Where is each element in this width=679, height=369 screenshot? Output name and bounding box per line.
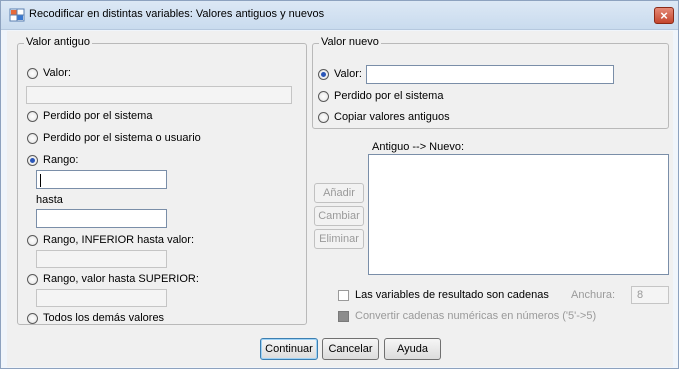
new-value-group: Valor nuevo Valor: Perdido por el sistem… xyxy=(312,36,669,129)
old-system-missing-label: Perdido por el sistema xyxy=(43,110,153,122)
radio-circle[interactable] xyxy=(318,90,329,102)
recode-dialog-window: Recodificar en distintas variables: Valo… xyxy=(0,0,679,369)
close-icon: × xyxy=(660,8,668,23)
dialog-body: Valor antiguo Valor: Perdido por el sist… xyxy=(7,31,673,367)
text-caret xyxy=(40,174,41,187)
copy-old-values-label: Copiar valores antiguos xyxy=(334,111,450,123)
convert-numeric-strings-label: Convertir cadenas numéricas en números (… xyxy=(355,310,597,322)
radio-circle[interactable] xyxy=(27,132,38,144)
radio-circle-selected[interactable] xyxy=(318,68,329,80)
old-value-group: Valor antiguo Valor: Perdido por el sist… xyxy=(17,36,307,325)
radio-circle[interactable] xyxy=(27,312,38,324)
old-value-radio[interactable]: Valor: xyxy=(27,67,71,79)
range-highest-input[interactable] xyxy=(36,289,167,307)
range-to-input[interactable] xyxy=(36,209,167,228)
radio-circle-selected[interactable] xyxy=(27,154,38,166)
old-range-highest-label: Rango, valor hasta SUPERIOR: xyxy=(43,273,199,285)
radio-circle[interactable] xyxy=(27,67,38,79)
change-button[interactable]: Cambiar xyxy=(314,206,364,226)
new-value-legend: Valor nuevo xyxy=(319,36,381,48)
old-value-input[interactable] xyxy=(26,86,292,104)
old-range-radio[interactable]: Rango: xyxy=(27,154,78,166)
radio-circle[interactable] xyxy=(27,110,38,122)
old-system-missing-radio[interactable]: Perdido por el sistema xyxy=(27,110,152,122)
width-value: 8 xyxy=(637,289,644,301)
title-bar[interactable]: Recodificar en distintas variables: Valo… xyxy=(1,1,678,30)
string-vars-label: Las variables de resultado son cadenas xyxy=(355,289,549,301)
continue-button[interactable]: Continuar xyxy=(260,338,318,360)
old-all-other-label: Todos los demás valores xyxy=(43,312,165,324)
mapping-list-label: Antiguo --> Nuevo: xyxy=(372,141,465,153)
range-hasta-label: hasta xyxy=(36,194,63,206)
new-value-radio[interactable]: Valor: xyxy=(318,68,362,80)
old-range-lowest-radio[interactable]: Rango, INFERIOR hasta valor: xyxy=(27,234,194,246)
add-button[interactable]: Añadir xyxy=(314,183,364,203)
old-range-highest-radio[interactable]: Rango, valor hasta SUPERIOR: xyxy=(27,273,199,285)
range-from-input[interactable] xyxy=(36,170,167,189)
remove-button[interactable]: Eliminar xyxy=(314,229,364,249)
convert-numeric-strings-checkbox[interactable]: Convertir cadenas numéricas en números (… xyxy=(338,310,596,322)
mapping-list[interactable] xyxy=(368,154,669,275)
old-system-user-missing-label: Perdido por el sistema o usuario xyxy=(43,132,201,144)
range-lowest-input[interactable] xyxy=(36,250,167,268)
copy-old-values-radio[interactable]: Copiar valores antiguos xyxy=(318,111,450,123)
spss-recode-icon xyxy=(9,7,25,23)
help-button[interactable]: Ayuda xyxy=(384,338,441,360)
radio-circle[interactable] xyxy=(318,111,329,123)
old-range-lowest-label: Rango, INFERIOR hasta valor: xyxy=(43,234,195,246)
checkbox-box[interactable] xyxy=(338,310,349,322)
old-all-other-radio[interactable]: Todos los demás valores xyxy=(27,312,164,324)
new-value-radio-label: Valor: xyxy=(334,68,362,80)
close-button[interactable]: × xyxy=(654,7,674,24)
string-vars-checkbox[interactable]: Las variables de resultado son cadenas xyxy=(338,289,549,301)
old-value-radio-label: Valor: xyxy=(43,67,71,79)
old-range-label: Rango: xyxy=(43,154,79,166)
width-input[interactable]: 8 xyxy=(631,286,669,304)
new-system-missing-radio[interactable]: Perdido por el sistema xyxy=(318,90,443,102)
checkbox-box[interactable] xyxy=(338,289,349,301)
window-title: Recodificar en distintas variables: Valo… xyxy=(29,8,325,20)
new-value-input[interactable] xyxy=(366,65,614,84)
cancel-button[interactable]: Cancelar xyxy=(322,338,379,360)
new-system-missing-label: Perdido por el sistema xyxy=(334,90,444,102)
radio-circle[interactable] xyxy=(27,234,38,246)
radio-circle[interactable] xyxy=(27,273,38,285)
old-value-legend: Valor antiguo xyxy=(24,36,93,48)
old-system-user-missing-radio[interactable]: Perdido por el sistema o usuario xyxy=(27,132,201,144)
width-label: Anchura: xyxy=(571,289,616,301)
